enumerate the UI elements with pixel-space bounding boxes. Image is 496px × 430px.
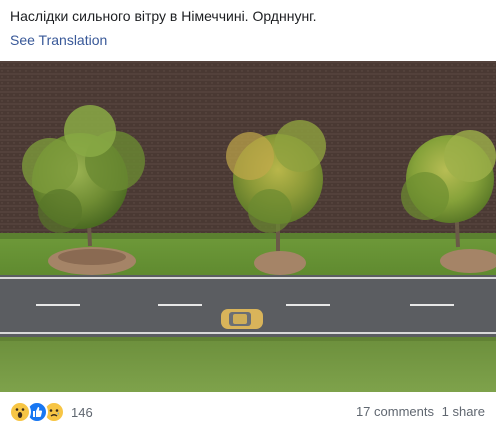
post-text: Наслідки сильного вітру в Німеччині. Орд… — [10, 8, 317, 24]
post-footer: 146 17 comments 1 share — [0, 392, 496, 430]
reaction-count: 146 — [71, 404, 93, 420]
wow-reaction-icon — [9, 401, 31, 423]
see-translation-link[interactable]: See Translation — [10, 31, 107, 49]
post-photo[interactable] — [0, 61, 496, 392]
comments-link[interactable]: 17 comments — [356, 404, 434, 419]
shares-link[interactable]: 1 share — [442, 404, 485, 419]
reactions-summary[interactable]: 146 — [9, 401, 93, 423]
aerial-road-photo — [0, 61, 496, 392]
